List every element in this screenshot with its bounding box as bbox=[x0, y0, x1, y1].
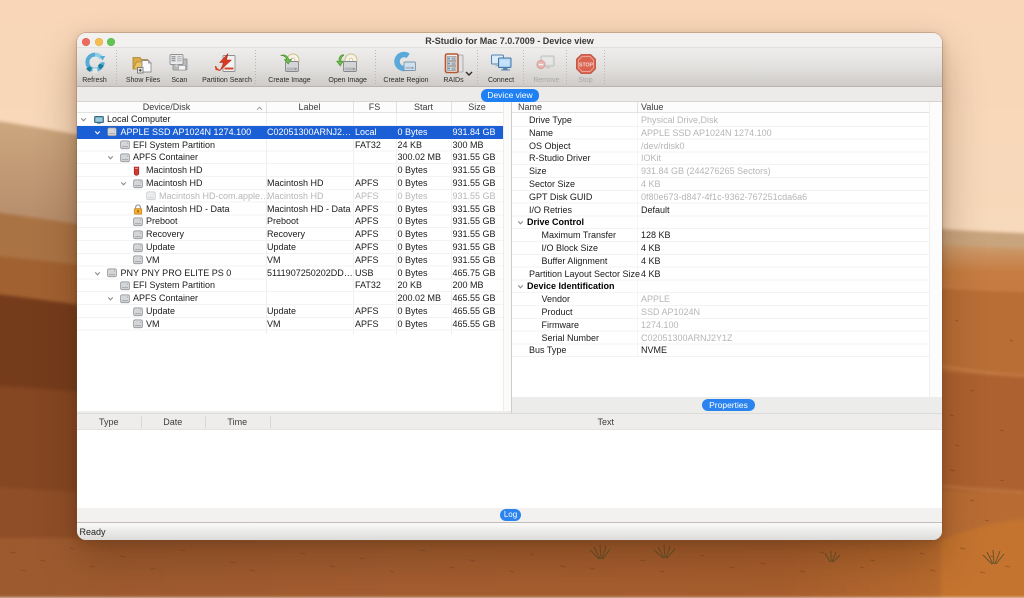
svg-text:STOP: STOP bbox=[578, 62, 593, 68]
